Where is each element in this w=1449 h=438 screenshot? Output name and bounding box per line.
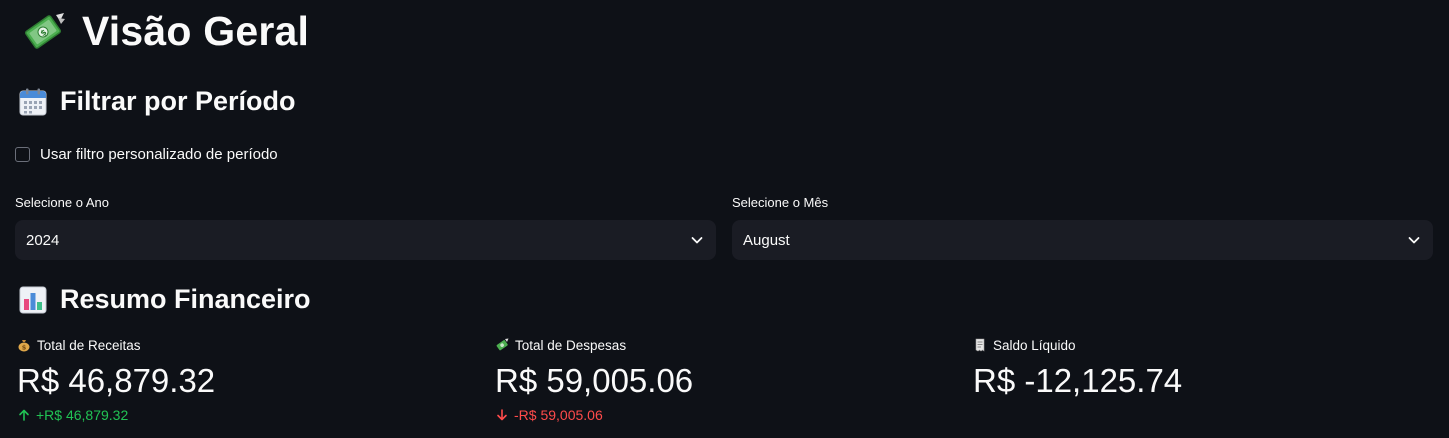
filter-heading-text: Filtrar por Período (60, 86, 296, 116)
metric-label: Total de Receitas (37, 337, 141, 353)
metric-value: R$ 59,005.06 (495, 362, 694, 399)
year-select[interactable]: 2024 (15, 220, 716, 260)
page-title: Visão Geral (82, 8, 310, 54)
filter-section-heading: Filtrar por Período (18, 86, 296, 117)
metric-saldo-liquido: Saldo Líquido R$ -12,125.74 (973, 337, 1182, 401)
metric-total-despesas: Total de Despesas R$ 59,005.06 -R$ 59,00… (495, 337, 693, 424)
money-bag-icon: $ (17, 338, 31, 352)
metric-label: Saldo Líquido (993, 337, 1076, 353)
metric-delta: -R$ 59,005.06 (495, 406, 693, 424)
metric-value: R$ 46,879.32 (17, 362, 216, 399)
chevron-down-icon (1407, 233, 1421, 247)
bar-chart-icon (18, 285, 48, 315)
chevron-down-icon (690, 233, 704, 247)
arrow-down-icon (495, 408, 509, 422)
summary-heading-text: Resumo Financeiro (60, 284, 311, 314)
year-select-group: Selecione o Ano 2024 (15, 195, 716, 260)
calendar-icon (18, 87, 48, 117)
summary-section-heading: Resumo Financeiro (18, 284, 311, 315)
month-select-label: Selecione o Mês (732, 195, 829, 210)
receipt-icon (973, 338, 987, 352)
year-select-value: 2024 (26, 231, 60, 249)
metric-delta-text: +R$ 46,879.32 (36, 407, 129, 423)
month-select-group: Selecione o Mês August (732, 195, 1433, 260)
month-select-value: August (743, 231, 790, 249)
year-select-label: Selecione o Ano (15, 195, 109, 210)
page-header: $ Visão Geral (20, 8, 309, 55)
svg-text:$: $ (22, 344, 27, 352)
checkbox-label: Usar filtro personalizado de período (40, 146, 278, 163)
app-page: $ Visão Geral Filtrar por Período Usar f… (0, 0, 1449, 438)
metric-value: R$ -12,125.74 (973, 362, 1183, 399)
money-with-wings-icon: $ (20, 9, 66, 55)
custom-period-filter-checkbox[interactable]: Usar filtro personalizado de período (15, 146, 278, 163)
metric-delta: +R$ 46,879.32 (17, 406, 215, 424)
month-select[interactable]: August (732, 220, 1433, 260)
money-with-wings-icon (495, 338, 509, 352)
checkbox-box[interactable] (15, 147, 30, 162)
arrow-up-icon (17, 408, 31, 422)
metric-label: Total de Despesas (515, 337, 627, 353)
metric-delta-text: -R$ 59,005.06 (514, 407, 603, 423)
metric-total-receitas: $ Total de Receitas R$ 46,879.32 +R$ 46,… (17, 337, 215, 424)
